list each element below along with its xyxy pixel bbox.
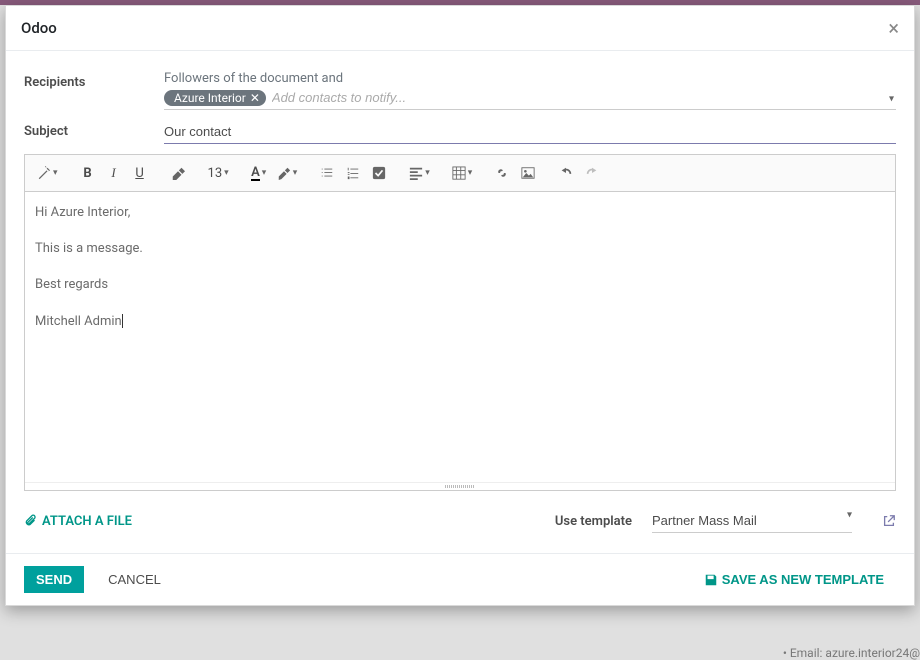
underline-button[interactable]: U bbox=[128, 161, 152, 185]
subject-label: Subject bbox=[24, 120, 164, 139]
modal-title: Odoo bbox=[21, 19, 57, 37]
save-as-template-label: SAVE AS NEW TEMPLATE bbox=[722, 572, 884, 587]
ordered-list-button[interactable] bbox=[341, 161, 365, 185]
attach-file-label: ATTACH A FILE bbox=[42, 514, 132, 529]
modal-body: Recipients Followers of the document and… bbox=[6, 51, 914, 553]
align-left-icon bbox=[409, 166, 423, 180]
image-button[interactable] bbox=[516, 161, 540, 185]
link-icon bbox=[495, 166, 509, 180]
highlighter-icon bbox=[277, 166, 291, 180]
editor-content-area[interactable]: Hi Azure Interior, This is a message. Be… bbox=[25, 192, 895, 482]
paperclip-icon bbox=[24, 514, 38, 528]
table-icon bbox=[452, 166, 466, 180]
magic-wand-icon bbox=[37, 166, 51, 180]
recipients-label: Recipients bbox=[24, 71, 164, 90]
undo-button[interactable] bbox=[554, 161, 578, 185]
unordered-list-button[interactable] bbox=[315, 161, 339, 185]
checklist-button[interactable] bbox=[367, 161, 391, 185]
editor-line: Mitchell Admin bbox=[35, 313, 885, 331]
editor-toolbar: ▾ B I U 13 ▾ A ▾ bbox=[25, 155, 895, 192]
style-dropdown[interactable]: ▾ bbox=[33, 161, 62, 185]
template-external-link[interactable] bbox=[882, 514, 896, 528]
recipients-prefix-text: Followers of the document and bbox=[164, 71, 896, 86]
rich-text-editor: ▾ B I U 13 ▾ A ▾ bbox=[24, 154, 896, 491]
save-icon bbox=[704, 573, 718, 587]
check-square-icon bbox=[372, 166, 386, 180]
template-select[interactable]: ▾ bbox=[652, 509, 852, 533]
recipients-row: Recipients Followers of the document and… bbox=[24, 71, 896, 110]
eraser-icon bbox=[171, 166, 185, 180]
redo-icon bbox=[585, 166, 599, 180]
subject-row: Subject bbox=[24, 120, 896, 144]
modal-header: Odoo × bbox=[6, 6, 914, 51]
font-size-dropdown[interactable]: 13 ▾ bbox=[204, 161, 233, 185]
remove-format-button[interactable] bbox=[166, 161, 190, 185]
template-dropdown-caret[interactable]: ▾ bbox=[847, 510, 852, 521]
undo-icon bbox=[559, 166, 573, 180]
close-button[interactable]: × bbox=[888, 18, 899, 38]
recipients-dropdown-caret[interactable]: ▾ bbox=[889, 93, 894, 104]
recipients-input[interactable] bbox=[272, 88, 896, 107]
background-content-snippet: • Email: azure.interior24@ bbox=[783, 646, 920, 660]
external-link-icon bbox=[882, 514, 896, 528]
font-color-dropdown[interactable]: A ▾ bbox=[247, 161, 271, 185]
highlight-color-dropdown[interactable]: ▾ bbox=[273, 161, 302, 185]
template-select-value[interactable] bbox=[652, 509, 847, 532]
recipient-tag-label: Azure Interior bbox=[174, 91, 246, 105]
align-dropdown[interactable]: ▾ bbox=[405, 161, 434, 185]
italic-button[interactable]: I bbox=[102, 161, 126, 185]
editor-line: This is a message. bbox=[35, 240, 885, 258]
editor-footer-row: ATTACH A FILE Use template ▾ bbox=[24, 491, 896, 543]
compose-message-modal: Odoo × Recipients Followers of the docum… bbox=[5, 5, 915, 606]
recipients-tag-input[interactable]: Azure Interior ✕ ▾ bbox=[164, 88, 896, 110]
redo-button[interactable] bbox=[580, 161, 604, 185]
table-dropdown[interactable]: ▾ bbox=[448, 161, 477, 185]
editor-line: Hi Azure Interior, bbox=[35, 204, 885, 222]
save-as-template-button[interactable]: SAVE AS NEW TEMPLATE bbox=[692, 566, 896, 593]
use-template-label: Use template bbox=[555, 514, 632, 529]
send-button[interactable]: SEND bbox=[24, 566, 84, 593]
tag-remove-icon[interactable]: ✕ bbox=[250, 91, 260, 105]
list-ol-icon bbox=[346, 166, 360, 180]
modal-footer: SEND CANCEL SAVE AS NEW TEMPLATE bbox=[6, 553, 914, 605]
editor-resize-handle[interactable] bbox=[25, 482, 895, 490]
subject-input[interactable] bbox=[164, 120, 896, 144]
image-icon bbox=[521, 166, 535, 180]
editor-line: Best regards bbox=[35, 276, 885, 294]
recipient-tag[interactable]: Azure Interior ✕ bbox=[164, 90, 266, 106]
bold-button[interactable]: B bbox=[76, 161, 100, 185]
attach-file-button[interactable]: ATTACH A FILE bbox=[24, 514, 132, 529]
cancel-button[interactable]: CANCEL bbox=[96, 566, 173, 593]
list-ul-icon bbox=[320, 166, 334, 180]
link-button[interactable] bbox=[490, 161, 514, 185]
font-size-value: 13 bbox=[208, 166, 223, 181]
